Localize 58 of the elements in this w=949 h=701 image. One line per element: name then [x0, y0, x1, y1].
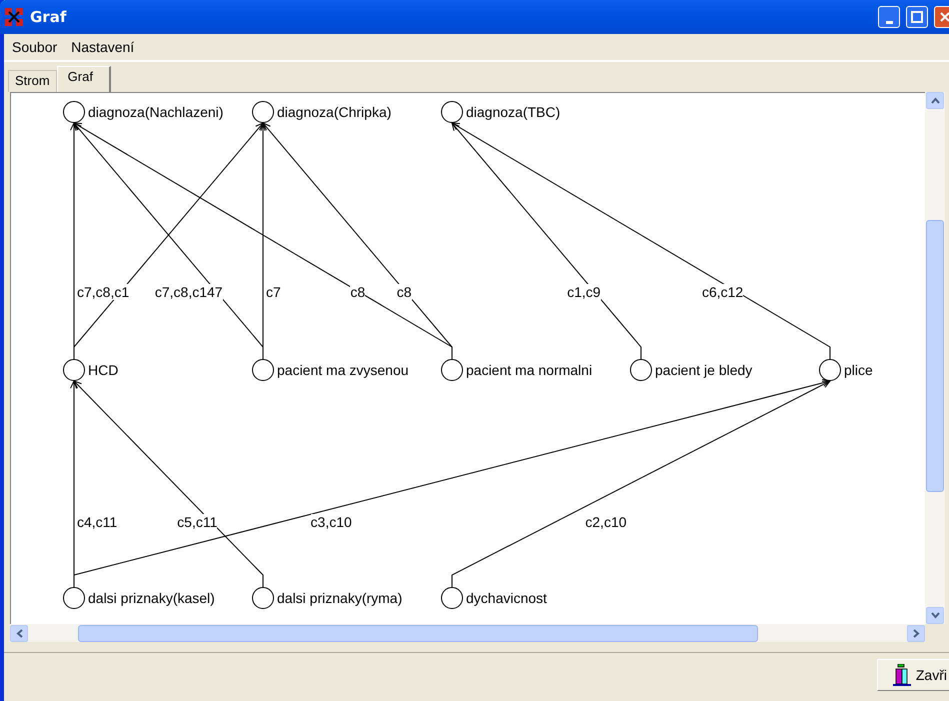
tab[interactable]: Graf [56, 66, 111, 92]
node-circle[interactable] [441, 359, 463, 381]
node-label: pacient ma normalni [466, 362, 592, 378]
node-circle[interactable] [441, 587, 463, 609]
edge-label: c7,c8,c1 [77, 284, 130, 300]
chevron-up-icon [930, 97, 940, 104]
edge-label: c2,c10 [585, 514, 627, 530]
edge-label: c7,c8,c147 [154, 284, 223, 300]
chevron-left-icon [16, 628, 22, 638]
node-circle[interactable] [252, 359, 274, 381]
maximize-button[interactable] [906, 6, 928, 28]
scroll-up-button[interactable] [926, 92, 944, 109]
edge-label: c6,c12 [702, 284, 744, 300]
edge-label: c4,c11 [77, 514, 118, 530]
edge-label: c8 [350, 284, 366, 300]
chevron-right-icon [912, 628, 920, 638]
maximize-icon [911, 11, 923, 23]
node-circle[interactable] [630, 359, 652, 381]
node-circle[interactable] [819, 359, 841, 381]
edge-label: c8 [396, 284, 412, 300]
chevron-down-icon [930, 612, 940, 619]
node-label: pacient ma zvysenou [277, 362, 409, 378]
vertical-scrollbar[interactable] [925, 92, 945, 624]
menu-item[interactable]: Nastavení [71, 39, 134, 55]
edge-label: c1,c9 [567, 284, 601, 300]
node-label: diagnoza(Nachlazeni) [88, 104, 224, 120]
tab[interactable]: Strom [8, 70, 57, 92]
menu-item[interactable]: Soubor [12, 39, 58, 55]
edge-label: c5,c11 [177, 514, 218, 530]
node-label: HCD [88, 362, 118, 378]
node-label: diagnoza(Chripka) [277, 104, 392, 120]
window-title: Graf [30, 8, 68, 26]
node-label: diagnoza(TBC) [466, 104, 560, 120]
node-circle[interactable] [63, 587, 85, 609]
scroll-down-button[interactable] [926, 607, 944, 624]
edge-label: c3,c10 [310, 514, 352, 530]
node-circle[interactable] [63, 101, 85, 123]
close-dialog-button[interactable]: Zavři [876, 659, 949, 691]
minimize-icon [886, 20, 892, 24]
scroll-thumb[interactable] [78, 624, 758, 642]
node-label: dalsi priznaky(kasel) [88, 590, 215, 606]
node-label: pacient je bledy [655, 362, 752, 378]
close-icon [939, 11, 949, 23]
scroll-thumb[interactable] [926, 220, 944, 492]
horizontal-scrollbar[interactable] [10, 624, 925, 642]
app-icon [4, 7, 24, 27]
node-circle[interactable] [441, 101, 463, 123]
door-icon [892, 664, 912, 686]
node-circle[interactable] [252, 101, 274, 123]
node-circle[interactable] [63, 359, 85, 381]
node-circle[interactable] [252, 587, 274, 609]
node-label: dalsi priznaky(ryma) [277, 590, 402, 606]
scroll-left-button[interactable] [10, 624, 28, 642]
edge-label: c7 [266, 284, 281, 300]
scroll-right-button[interactable] [907, 624, 925, 642]
minimize-button[interactable] [878, 6, 900, 28]
node-label: plice [844, 362, 873, 378]
node-label: dychavicnost [466, 590, 547, 606]
